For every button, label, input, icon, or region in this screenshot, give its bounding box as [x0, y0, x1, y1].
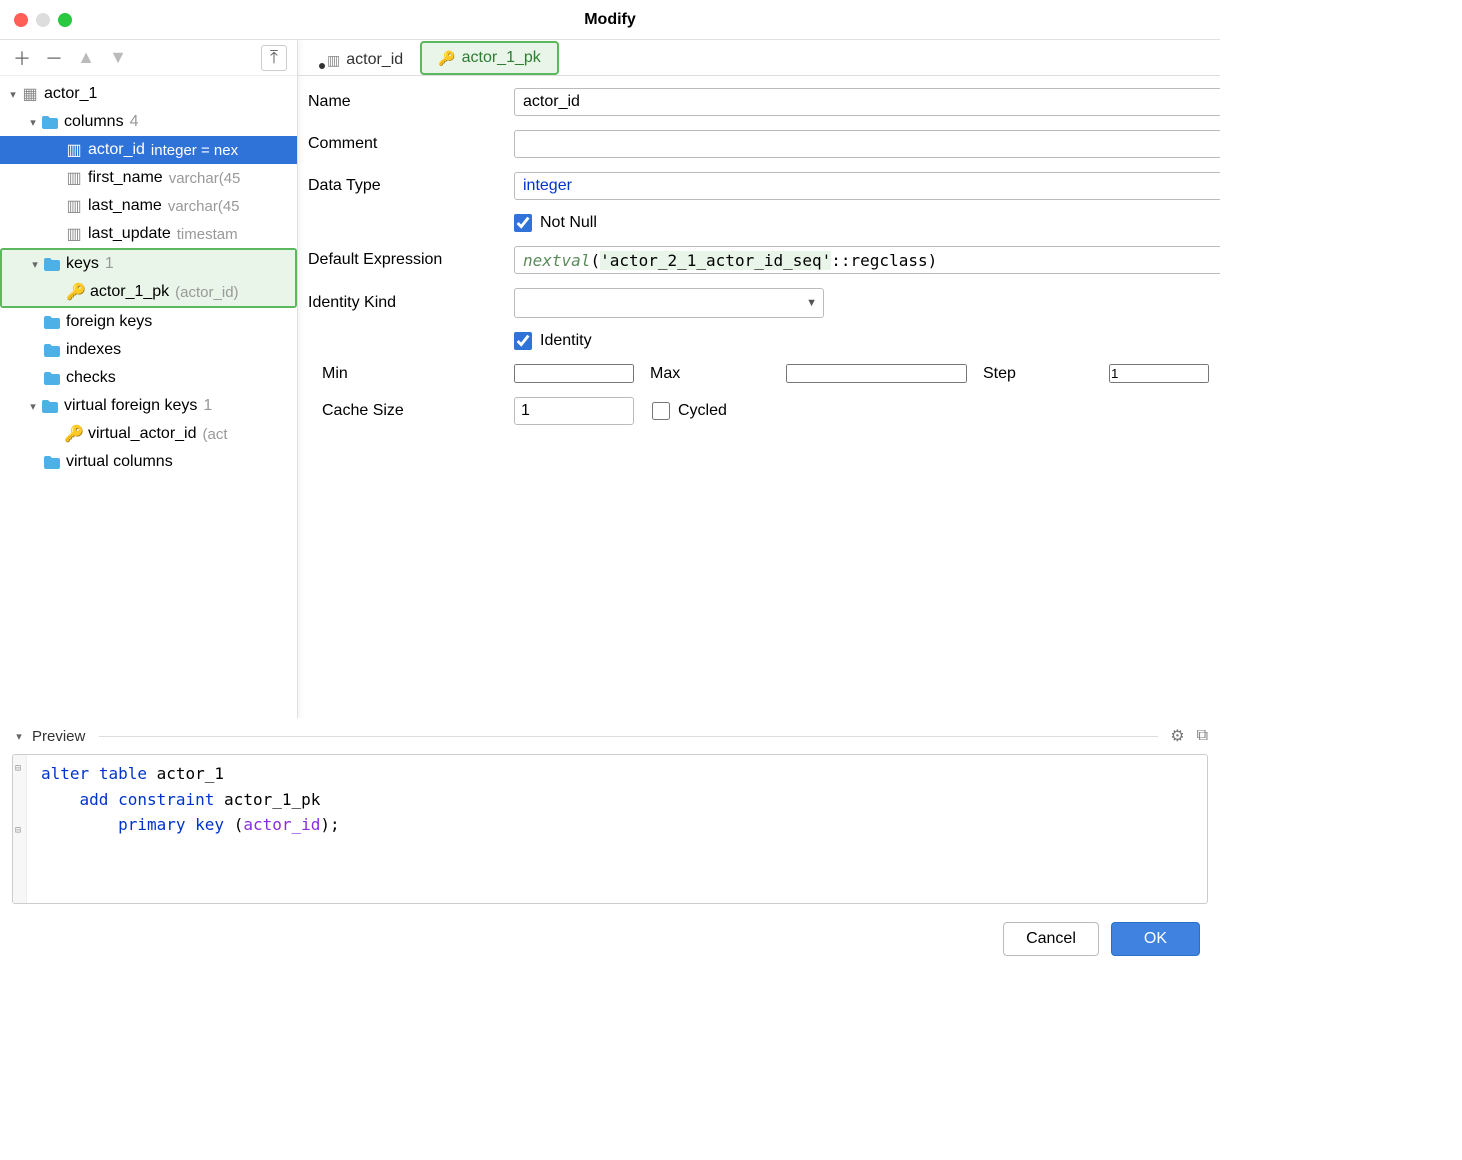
dialog-footer: Cancel OK: [0, 908, 1220, 970]
defexpr-input[interactable]: nextval('actor_2_1_actor_id_seq'::regcla…: [514, 246, 1220, 274]
tabs: ▥ actor_id 🔑 actor_1_pk: [298, 40, 1220, 76]
defexpr-label: Default Expression: [308, 251, 508, 269]
sidebar: ＋ － ▲ ▼ ⤒ ▾ ▦ actor_1 ▾ columns 4: [0, 40, 298, 718]
remove-button[interactable]: －: [42, 46, 66, 70]
move-down-button: ▼: [106, 46, 130, 70]
window-title: Modify: [0, 11, 1220, 29]
tree-type: varchar(45: [169, 170, 241, 187]
tree-col-last-update[interactable]: ▥ last_update timestam: [0, 220, 297, 248]
chevron-down-icon: ▼: [806, 297, 817, 309]
tree-label: actor_1: [44, 85, 97, 103]
defexpr-fn: nextval: [523, 251, 590, 270]
step-label: Step: [983, 365, 1093, 383]
tree-virtual-columns[interactable]: virtual columns: [0, 448, 297, 476]
comment-label: Comment: [308, 135, 508, 153]
tree-virtual-foreign-keys[interactable]: ▾ virtual foreign keys 1: [0, 392, 297, 420]
tree-type: integer = nex: [151, 142, 238, 159]
tree-type: timestam: [177, 226, 238, 243]
identity-kind-select[interactable]: ▼: [514, 288, 824, 318]
identity-checkbox[interactable]: [514, 332, 532, 350]
datatype-input[interactable]: integer ⌄›: [514, 172, 1220, 200]
tab-label: actor_1_pk: [462, 49, 541, 67]
tree-label: last_update: [88, 225, 171, 243]
cycled-label: Cycled: [678, 402, 727, 420]
min-label: Min: [308, 365, 508, 383]
form: Name ⋮ Comment ⤢ Data Type integer ⌄›: [298, 76, 1220, 433]
tab-column[interactable]: ▥ actor_id: [310, 44, 420, 75]
name-input[interactable]: [514, 88, 1220, 116]
open-external-icon[interactable]: ⧉: [1197, 727, 1208, 745]
collapse-button[interactable]: ⤒: [261, 45, 287, 71]
step-input[interactable]: [1109, 364, 1209, 383]
tree-count: 1: [203, 397, 212, 415]
tree-foreign-keys[interactable]: foreign keys: [0, 308, 297, 336]
tree-label: foreign keys: [66, 313, 152, 331]
tree-table-root[interactable]: ▾ ▦ actor_1: [0, 80, 297, 108]
defexpr-rest: ::regclass): [831, 251, 937, 270]
tree-label: columns: [64, 113, 124, 131]
tree-key-pk[interactable]: 🔑 actor_1_pk (actor_id): [2, 278, 295, 306]
tree[interactable]: ▾ ▦ actor_1 ▾ columns 4 ▥ actor_id integ…: [0, 76, 297, 718]
tree-keys[interactable]: ▾ keys 1: [2, 250, 295, 278]
ok-button[interactable]: OK: [1111, 922, 1200, 956]
tree-count: 1: [105, 255, 114, 273]
tree-col-last-name[interactable]: ▥ last_name varchar(45: [0, 192, 297, 220]
identity-label: Identity: [540, 332, 592, 350]
tree-col-actor-id[interactable]: ▥ actor_id integer = nex: [0, 136, 297, 164]
tree-label: first_name: [88, 169, 163, 187]
cancel-button[interactable]: Cancel: [1003, 922, 1099, 956]
tree-label: actor_id: [88, 141, 145, 159]
comment-input[interactable]: ⤢: [514, 130, 1220, 158]
identity-kind-label: Identity Kind: [308, 294, 508, 312]
sidebar-toolbar: ＋ － ▲ ▼ ⤒: [0, 40, 297, 76]
cache-label: Cache Size: [308, 402, 508, 420]
tree-vfk-item[interactable]: 🔑 virtual_actor_id (act: [0, 420, 297, 448]
tree-checks[interactable]: checks: [0, 364, 297, 392]
cache-input[interactable]: [514, 397, 634, 425]
cycled-checkbox[interactable]: [652, 402, 670, 420]
max-input[interactable]: [786, 364, 967, 383]
tree-label: last_name: [88, 197, 162, 215]
preview-collapse-icon[interactable]: ▾: [12, 730, 26, 743]
datatype-value: integer: [523, 177, 572, 195]
gear-icon[interactable]: ⚙: [1170, 726, 1184, 746]
tree-cols: (actor_id): [175, 284, 238, 301]
tree-label: keys: [66, 255, 99, 273]
tree-label: checks: [66, 369, 116, 387]
titlebar: Modify: [0, 0, 1220, 40]
key-icon: 🔑: [438, 50, 455, 67]
tree-count: 4: [130, 113, 139, 131]
min-input[interactable]: [514, 364, 634, 383]
sql-preview[interactable]: ⊟⊟ alter table actor_1 add constraint ac…: [12, 754, 1208, 904]
preview-label: Preview: [32, 728, 85, 745]
tree-indexes[interactable]: indexes: [0, 336, 297, 364]
add-button[interactable]: ＋: [10, 46, 34, 70]
tree-label: indexes: [66, 341, 121, 359]
tree-type: varchar(45: [168, 198, 240, 215]
datatype-label: Data Type: [308, 177, 508, 195]
tree-label: virtual_actor_id: [88, 425, 197, 443]
modified-dot-icon: [319, 63, 325, 69]
name-label: Name: [308, 93, 508, 111]
tree-col-first-name[interactable]: ▥ first_name varchar(45: [0, 164, 297, 192]
move-up-button: ▲: [74, 46, 98, 70]
preview-section: ▾ Preview ⚙ ⧉ ⊟⊟ alter table actor_1 add…: [0, 718, 1220, 908]
notnull-checkbox[interactable]: [514, 214, 532, 232]
max-label: Max: [650, 365, 770, 383]
tab-key[interactable]: 🔑 actor_1_pk: [420, 41, 559, 75]
tree-cols: (act: [203, 426, 228, 443]
defexpr-str: 'actor_2_1_actor_id_seq': [600, 251, 831, 270]
tab-label: actor_id: [346, 51, 403, 69]
tree-label: virtual foreign keys: [64, 397, 197, 415]
tree-label: actor_1_pk: [90, 283, 169, 301]
tree-columns[interactable]: ▾ columns 4: [0, 108, 297, 136]
column-icon: ▥: [327, 52, 340, 69]
tree-keys-highlighted-group: ▾ keys 1 🔑 actor_1_pk (actor_id): [0, 248, 297, 308]
notnull-label: Not Null: [540, 214, 597, 232]
tree-label: virtual columns: [66, 453, 173, 471]
